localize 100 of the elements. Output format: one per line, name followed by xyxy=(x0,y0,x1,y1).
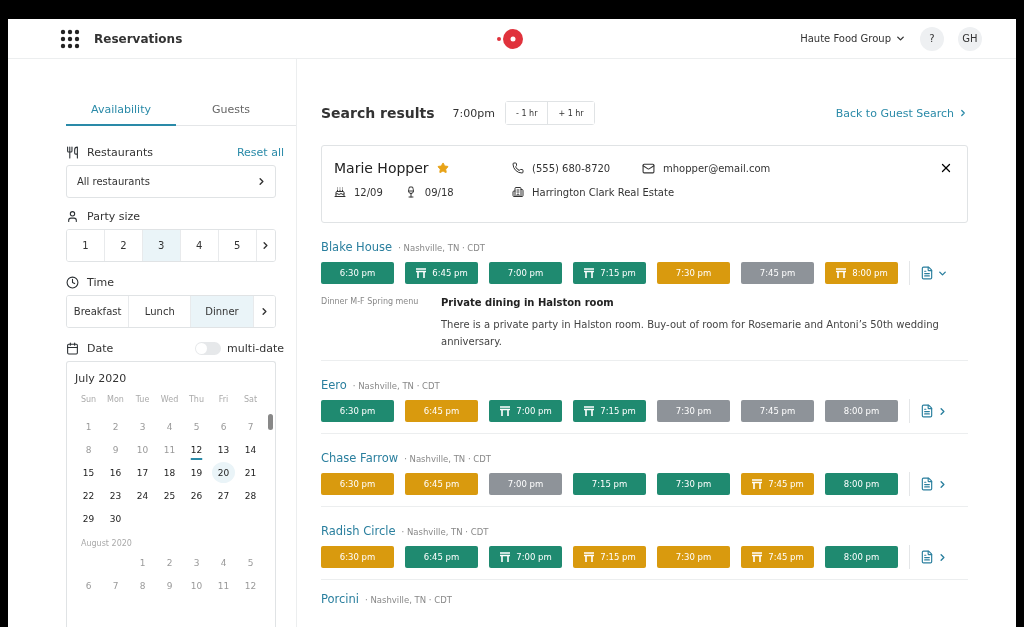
sidebar-tab[interactable]: Availability xyxy=(66,99,176,126)
time-slot[interactable]: 7:30 pm xyxy=(657,262,730,284)
calendar-day[interactable]: 26 xyxy=(185,485,208,506)
weekday-label: Mon xyxy=(106,394,125,406)
time-slot[interactable]: 6:45 pm xyxy=(405,262,478,284)
details-toggle[interactable] xyxy=(909,261,948,285)
calendar-day[interactable]: 29 xyxy=(77,508,100,529)
guest-birthday: 12/09 xyxy=(354,186,383,198)
details-toggle[interactable] xyxy=(909,545,948,569)
time-slot[interactable]: 7:00 pm xyxy=(489,473,562,495)
time-slot[interactable]: 8:00 pm xyxy=(825,400,898,422)
time-slot[interactable]: 7:45 pm xyxy=(741,546,814,568)
time-slot[interactable]: 6:45 pm xyxy=(405,473,478,495)
restaurant-select[interactable]: All restaurants xyxy=(66,165,276,198)
calendar-day[interactable]: 17 xyxy=(131,462,154,483)
time-slot[interactable]: 6:45 pm xyxy=(405,400,478,422)
time-slot[interactable]: 6:30 pm xyxy=(321,400,394,422)
time-slot[interactable]: 6:30 pm xyxy=(321,262,394,284)
calendar-day[interactable]: 18 xyxy=(158,462,181,483)
table-icon xyxy=(751,552,764,562)
time-slot[interactable]: 7:00 pm xyxy=(489,262,562,284)
weekday-label: Sat xyxy=(242,394,259,406)
time-slot[interactable]: 8:00 pm xyxy=(825,473,898,495)
reset-link[interactable]: Reset all xyxy=(236,146,284,159)
restaurant-name[interactable]: Blake House xyxy=(321,240,393,254)
help-button[interactable]: ? xyxy=(920,26,944,51)
table-icon xyxy=(583,552,596,562)
field-label: Date xyxy=(87,342,114,355)
time-slot[interactable]: 7:30 pm xyxy=(657,400,730,422)
time-slot[interactable]: 6:30 pm xyxy=(321,473,394,495)
calendar-day[interactable]: 15 xyxy=(77,462,100,483)
note-title: Private dining in Halston room xyxy=(441,297,615,308)
time-slot[interactable]: 7:15 pm xyxy=(573,473,646,495)
meal-option[interactable]: Breakfast xyxy=(67,296,130,327)
avatar[interactable]: GH xyxy=(958,26,982,51)
calendar-day[interactable]: 24 xyxy=(131,485,154,506)
sidebar-tab[interactable]: Guests xyxy=(176,99,286,126)
time-slot[interactable]: 7:15 pm xyxy=(573,546,646,568)
calendar-day[interactable]: 30 xyxy=(104,508,127,529)
restaurant-name[interactable]: Radish Circle xyxy=(321,524,396,538)
logo-icon xyxy=(495,28,525,50)
calendar-day[interactable]: 27 xyxy=(212,485,235,506)
time-slot[interactable]: 7:15 pm xyxy=(573,400,646,422)
close-button[interactable] xyxy=(939,161,953,175)
organization-dropdown[interactable]: Haute Food Group xyxy=(800,33,906,44)
details-toggle[interactable] xyxy=(909,472,948,496)
party-size-option[interactable]: 1 xyxy=(67,230,105,261)
time-slot[interactable]: 6:45 pm xyxy=(405,546,478,568)
notes-icon xyxy=(920,550,934,564)
back-link[interactable]: Back to Guest Search xyxy=(835,106,968,120)
meal-option[interactable]: Dinner xyxy=(191,296,254,327)
time-slot[interactable]: 7:00 pm xyxy=(489,400,562,422)
caret-icon xyxy=(895,33,906,44)
scrollbar-thumb[interactable] xyxy=(268,414,273,430)
time-slot[interactable]: 7:45 pm xyxy=(741,400,814,422)
restaurant-location: · Nashville, TN · CDT xyxy=(352,381,440,391)
calendar-day[interactable]: 12 xyxy=(185,439,208,460)
restaurant-location: · Nashville, TN · CDT xyxy=(365,595,452,605)
calendar-day[interactable]: 23 xyxy=(104,485,127,506)
guest-company: Harrington Clark Real Estate xyxy=(532,186,675,198)
weekday-label: Sun xyxy=(79,394,98,406)
guest-anniversary: 09/18 xyxy=(424,186,454,198)
toggle-switch[interactable] xyxy=(195,342,222,355)
restaurant-name[interactable]: Eero xyxy=(321,378,347,392)
phone-icon xyxy=(512,162,524,174)
table-icon xyxy=(751,479,764,489)
calendar-day[interactable]: 16 xyxy=(104,462,127,483)
time-slot[interactable]: 8:00 pm xyxy=(825,262,898,284)
calendar-day[interactable]: 13 xyxy=(212,439,235,460)
time-slot[interactable]: 7:30 pm xyxy=(657,473,730,495)
restaurant-name[interactable]: Chase Farrow xyxy=(321,451,399,465)
time-slot[interactable]: 7:00 pm xyxy=(489,546,562,568)
clock-icon xyxy=(66,276,79,289)
weekday-label: Fri xyxy=(217,394,230,406)
calendar-icon xyxy=(66,342,79,355)
calendar-day[interactable]: 14 xyxy=(239,439,262,460)
time-slot[interactable]: 7:45 pm xyxy=(741,473,814,495)
time-slot[interactable]: 7:15 pm xyxy=(573,262,646,284)
table-icon xyxy=(415,268,428,278)
details-toggle[interactable] xyxy=(909,399,948,423)
field-label: Time xyxy=(87,276,114,289)
time-slot[interactable]: 7:30 pm xyxy=(657,546,730,568)
calendar-day[interactable]: 25 xyxy=(158,485,181,506)
calendar-day[interactable]: 28 xyxy=(239,485,262,506)
time-slot[interactable]: 8:00 pm xyxy=(825,546,898,568)
restaurant-location: · Nashville, TN · CDT xyxy=(404,454,491,464)
calendar-day[interactable]: 19 xyxy=(185,462,208,483)
field-label: Party size xyxy=(87,210,141,223)
restaurant-name[interactable]: Porcini xyxy=(321,592,360,606)
restaurant-location: · Nashville, TN · CDT xyxy=(398,243,486,253)
calendar-day[interactable]: 20 xyxy=(212,462,235,483)
party-size-option[interactable]: 3 xyxy=(142,230,181,261)
chevron-icon xyxy=(937,478,948,490)
calendar-day[interactable]: 21 xyxy=(239,462,262,483)
calendar-day[interactable]: 22 xyxy=(77,485,100,506)
guest-name: Marie Hopper xyxy=(334,160,429,176)
time-slot[interactable]: 7:45 pm xyxy=(741,262,814,284)
time-slot[interactable]: 6:30 pm xyxy=(321,546,394,568)
time-shift-button[interactable]: + 1 hr xyxy=(547,102,594,124)
app-grid-icon[interactable] xyxy=(60,28,80,49)
